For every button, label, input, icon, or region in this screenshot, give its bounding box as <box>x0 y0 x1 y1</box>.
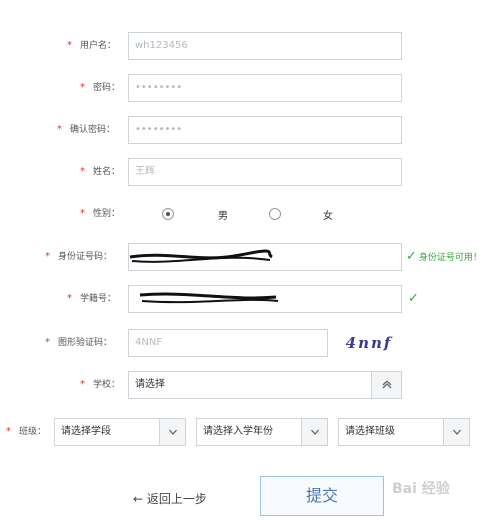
submit-button[interactable]: 提交 <box>260 476 384 516</box>
student-no-ok: ✓ <box>408 285 421 313</box>
confirm-password-label: * 确认密码： <box>57 124 116 135</box>
gender-male-radio[interactable] <box>162 208 174 220</box>
username-label: * 用户名： <box>67 40 117 51</box>
check-icon: ✓ <box>408 291 419 306</box>
name-input[interactable]: 王辉 <box>128 158 402 186</box>
student-no-input[interactable] <box>128 285 402 313</box>
confirm-password-input[interactable]: •••••••• <box>128 116 402 144</box>
class-label: * 班级： <box>6 426 47 437</box>
password-label: * 密码： <box>80 82 121 93</box>
student-no-label: * 学籍号： <box>67 293 117 304</box>
username-input[interactable]: wh123456 <box>128 32 402 60</box>
captcha-label: * 图形验证码： <box>45 337 113 348</box>
class-select[interactable]: 请选择班级 <box>338 418 470 446</box>
gender-label: * 性别： <box>80 208 121 219</box>
id-number-ok-message: ✓ 身份证号可用！ <box>406 249 482 264</box>
back-link[interactable]: ← 返回上一步 <box>133 490 207 507</box>
chevron-down-icon[interactable] <box>159 419 185 445</box>
school-select[interactable]: 请选择 <box>128 371 402 399</box>
password-input[interactable]: •••••••• <box>128 74 402 102</box>
captcha-image[interactable]: 4nnf <box>338 330 400 356</box>
chevron-down-icon[interactable] <box>301 419 327 445</box>
gender-female-label: 女 <box>323 211 333 222</box>
chevron-down-icon[interactable] <box>443 419 469 445</box>
gender-male-label: 男 <box>218 211 228 222</box>
id-number-input[interactable] <box>128 243 402 271</box>
chevron-up-icon[interactable] <box>371 372 401 398</box>
stage-select[interactable]: 请选择学段 <box>54 418 186 446</box>
baidu-watermark: Bai 经验 <box>392 481 450 497</box>
id-number-label: * 身份证号码： <box>45 251 113 262</box>
school-select-value: 请选择 <box>135 379 165 390</box>
year-select[interactable]: 请选择入学年份 <box>196 418 328 446</box>
arrow-left-icon: ← <box>133 492 144 506</box>
school-label: * 学校： <box>80 379 121 390</box>
captcha-input[interactable]: 4NNF <box>128 329 328 357</box>
check-icon: ✓ <box>406 249 417 264</box>
gender-female-radio[interactable] <box>269 208 281 220</box>
name-label: * 姓名： <box>80 166 121 177</box>
